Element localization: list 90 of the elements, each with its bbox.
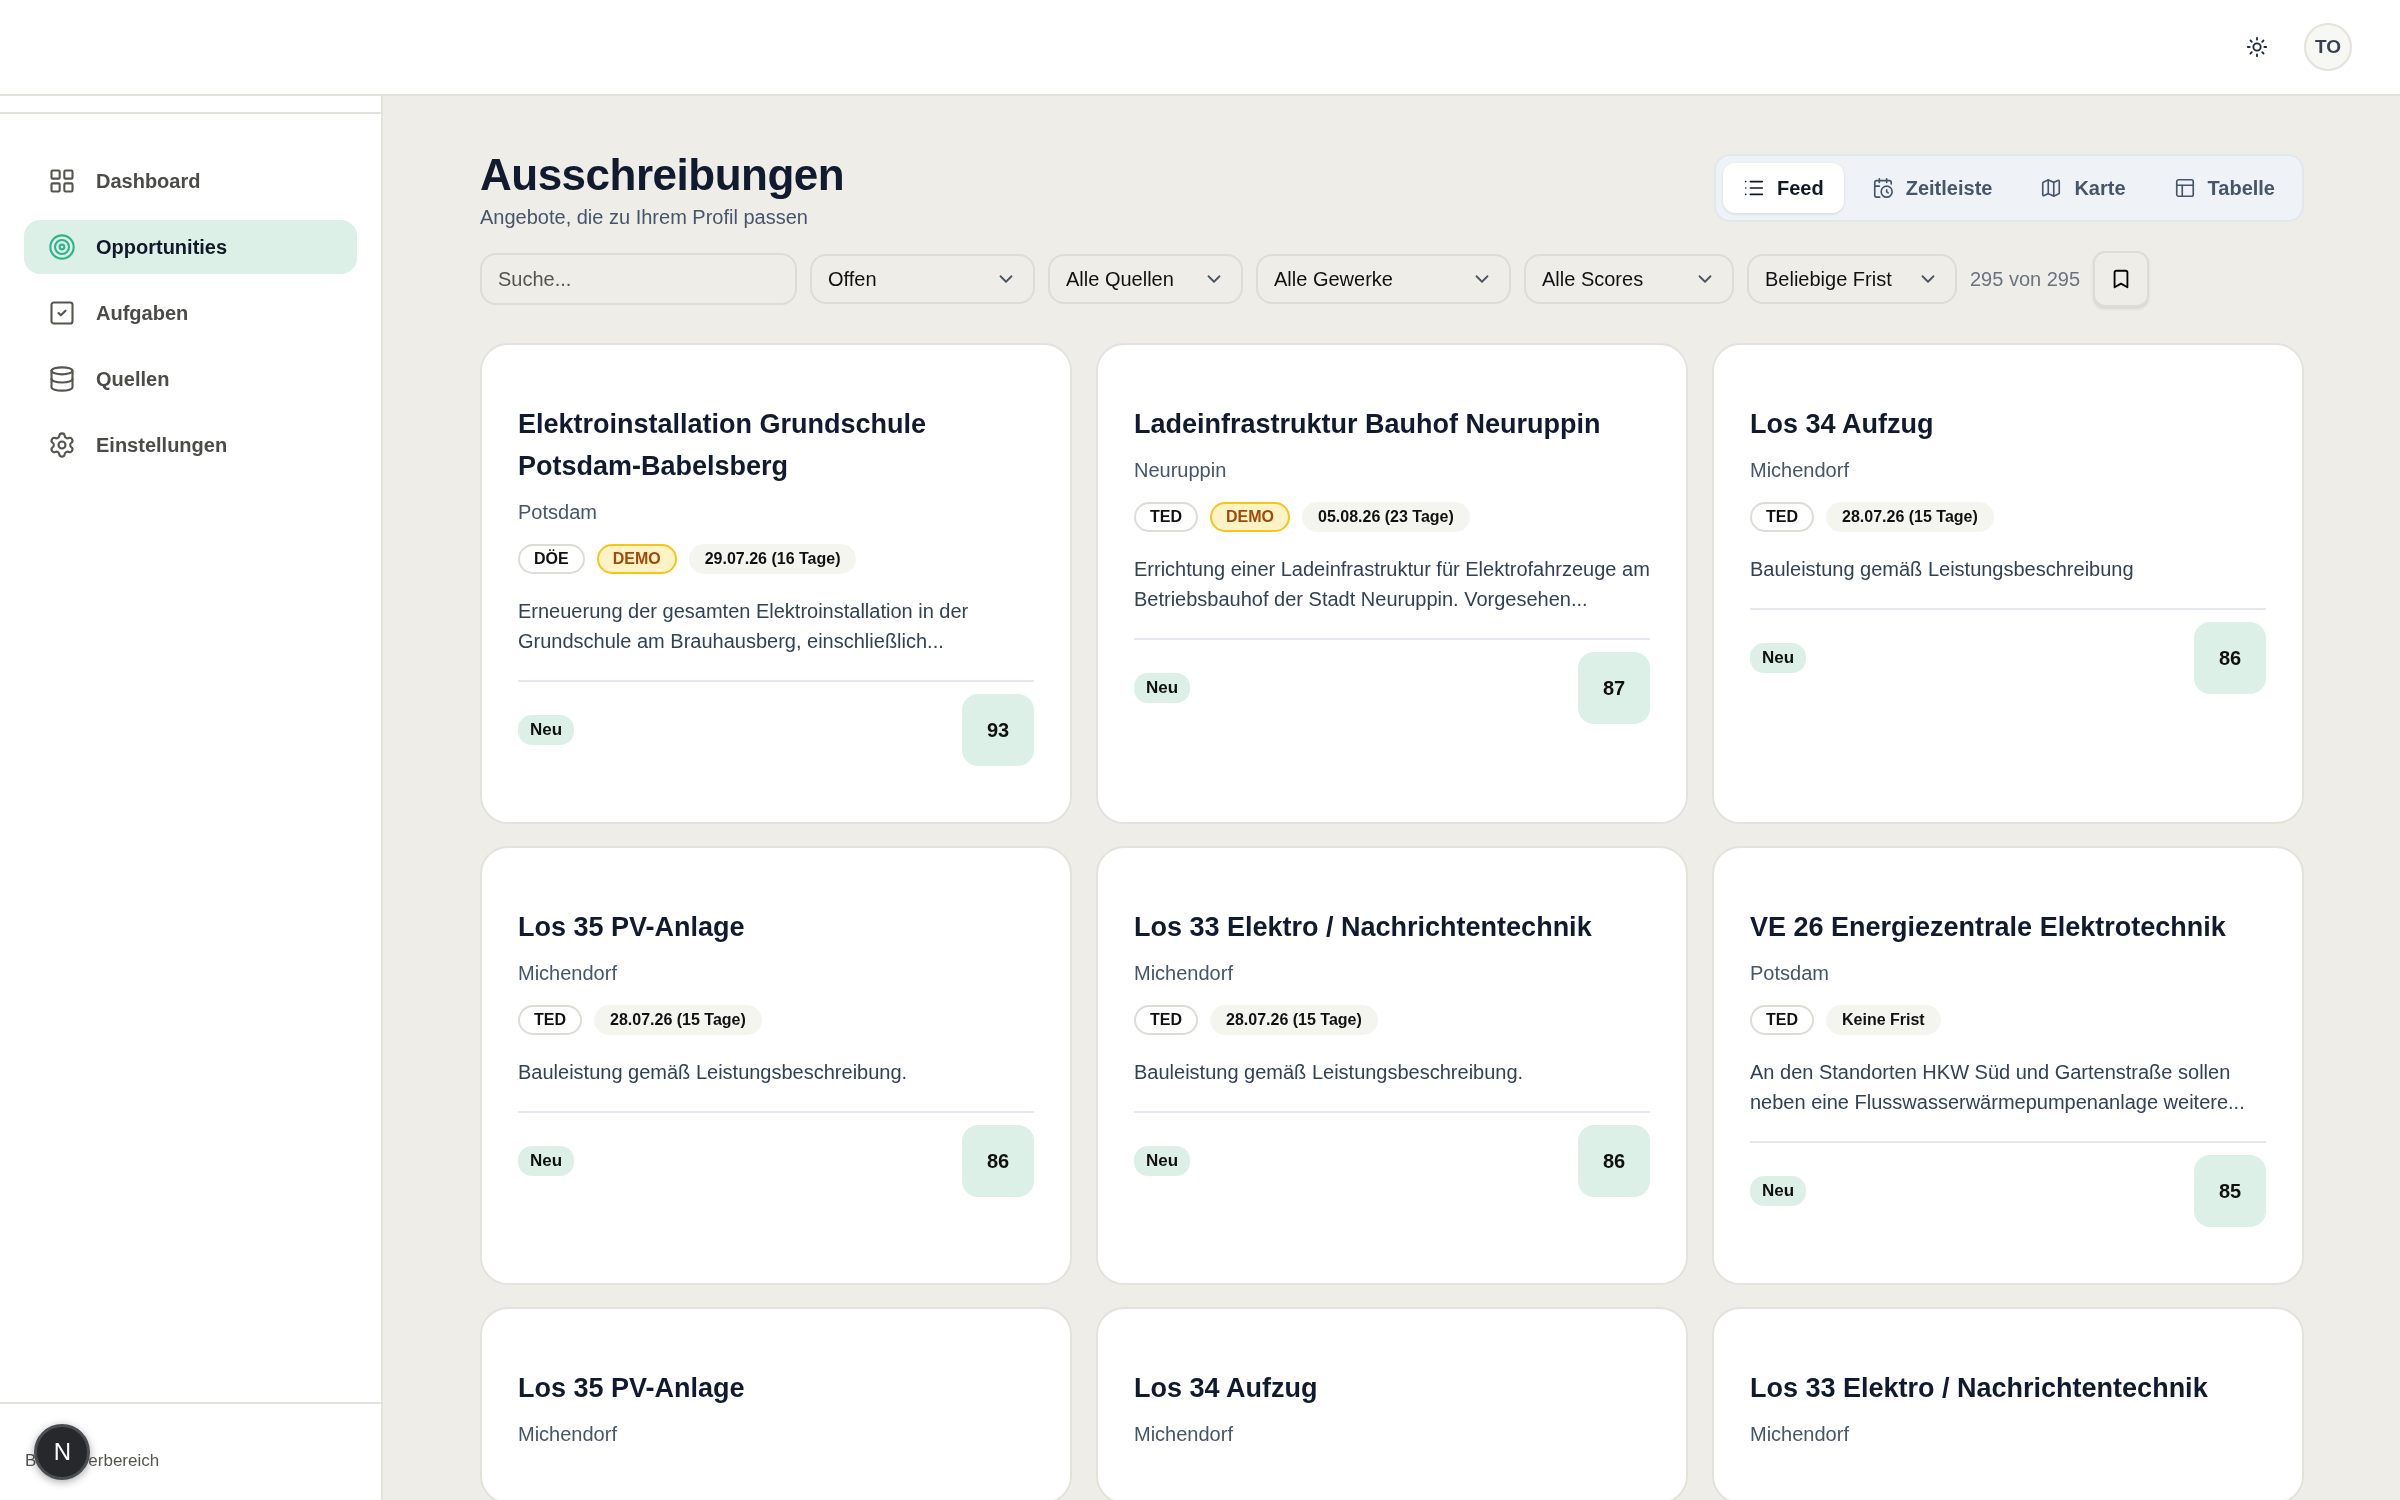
status-badge: Neu (1134, 673, 1191, 703)
tender-card[interactable]: Ladeinfrastruktur Bauhof Neuruppin Neuruppin TED DEMO 05.08.26 (23 Tage) Errichtung einer Ladeinfrastruktur für Elektrofahrzeuge am Betriebsbauhof der Stadt Neuruppin. Vorgesehen... Neu 87 (1096, 343, 1688, 824)
page-subtitle: Angebote, die zu Ihrem Profil passen (480, 206, 809, 229)
card-location: Michendorf (518, 962, 618, 985)
user-avatar[interactable]: TO (2304, 23, 2352, 71)
card-location: Michendorf (1134, 962, 1234, 985)
result-count: 295 von 295 (1970, 267, 2081, 291)
footer-text: B (25, 1451, 37, 1471)
deadline-tag: 28.07.26 (15 Tage) (1826, 502, 1994, 532)
view-tab[interactable]: Tabelle (2153, 163, 2295, 213)
card-title: Los 35 PV-Anlage (518, 911, 746, 944)
deadline-tag: 05.08.26 (23 Tage) (1302, 502, 1470, 532)
deadline-tag: 29.07.26 (16 Tage) (688, 544, 857, 574)
view-tab[interactable]: Karte (2020, 163, 2146, 213)
card-location: Neuruppin (1134, 459, 1228, 482)
status-badge: Neu (1134, 1146, 1191, 1176)
score-badge: 93 (962, 694, 1034, 766)
card-location: Michendorf (1750, 459, 1850, 482)
table-icon (2173, 177, 2196, 199)
source-tag: DÖE (518, 544, 585, 574)
source-tag: TED (1750, 1005, 1814, 1035)
view-tab[interactable]: Feed (1723, 163, 1844, 213)
demo-badge: DEMO (596, 544, 677, 574)
database-icon (48, 365, 76, 393)
card-description: Errichtung einer Ladeinfrastruktur für Elektrofahrzeuge am Betriebsbauhof der Stadt Neuruppin. Vorgesehen... (1134, 557, 1650, 612)
status-badge: Neu (518, 1146, 575, 1176)
sun-icon (2246, 36, 2268, 58)
score-badge: 86 (962, 1125, 1034, 1197)
source-tag: TED (518, 1005, 582, 1035)
nav-item[interactable]: Dashboard (24, 154, 357, 208)
view-tab[interactable]: Zeitleiste (1851, 163, 2013, 213)
score-badge: 87 (1578, 652, 1650, 724)
source-tag: TED (1134, 502, 1198, 532)
tender-card[interactable]: Los 35 PV-Anlage Michendorf (480, 1307, 1072, 1500)
target-icon (48, 233, 76, 261)
tender-card[interactable]: VE 26 Energiezentrale Elektrotechnik Potsdam TED Keine Frist An den Standorten HKW Süd und Gartenstraße sollen neben eine Flusswasserwärmepumpenanlage weitere... Neu 85 (1712, 846, 2304, 1285)
nav-item[interactable]: Aufgaben (24, 286, 357, 340)
tender-card[interactable]: Elektroinstallation Grundschule Potsdam-Babelsberg Potsdam DÖE DEMO 29.07.26 (16 Tage) Erneuerung der gesamten Elektroinstallation in der Grundschule am Brauhausberg, einschließlich... Neu 93 (480, 343, 1072, 824)
status-badge: Neu (518, 715, 575, 745)
source-tag: TED (1134, 1005, 1198, 1035)
map-icon (2040, 177, 2063, 199)
grid-icon (48, 167, 76, 195)
filter-dropdown[interactable]: Alle Scores (1524, 254, 1734, 304)
card-location: Michendorf (1750, 1423, 1850, 1446)
search-field[interactable]: Suche... (480, 253, 797, 305)
card-title: Los 35 PV-Anlage (518, 1372, 746, 1405)
card-location: Potsdam (518, 501, 598, 524)
filter-dropdown[interactable]: Alle Gewerke (1256, 254, 1511, 304)
score-badge: 86 (2194, 622, 2266, 694)
card-description: An den Standorten HKW Süd und Gartenstraße sollen neben eine Flusswasserwärmepumpenanlage weitere... (1750, 1060, 2246, 1115)
filter-dropdown[interactable]: Beliebige Frist (1747, 254, 1957, 304)
deadline-tag: Keine Frist (1826, 1005, 1941, 1035)
tender-card[interactable]: Los 35 PV-Anlage Michendorf TED 28.07.26 (15 Tage) Bauleistung gemäß Leistungsbeschreibung. Neu 86 (480, 846, 1072, 1285)
card-title: VE 26 Energiezentrale Elektrotechnik (1750, 911, 2227, 944)
page-title: Ausschreibungen (480, 150, 845, 200)
tender-card[interactable]: Los 33 Elektro / Nachrichtentechnik Michendorf (1712, 1307, 2304, 1500)
tender-card[interactable]: Los 34 Aufzug Michendorf (1096, 1307, 1688, 1500)
tender-card[interactable]: Los 33 Elektro / Nachrichtentechnik Michendorf TED 28.07.26 (15 Tage) Bauleistung gemäß Leistungsbeschreibung. Neu 86 (1096, 846, 1688, 1285)
demo-badge: DEMO (1210, 502, 1290, 532)
card-description: Bauleistung gemäß Leistungsbeschreibung. (1134, 1060, 1525, 1085)
nav-item[interactable]: Einstellungen (24, 418, 357, 472)
nav-item[interactable]: Opportunities (24, 220, 357, 274)
card-description: Bauleistung gemäß Leistungsbeschreibung. (518, 1060, 909, 1085)
card-description: Bauleistung gemäß Leistungsbeschreibung (1750, 557, 2135, 582)
score-badge: 86 (1578, 1125, 1650, 1197)
filter-dropdown[interactable]: Offen (810, 254, 1035, 304)
card-location: Michendorf (1134, 1423, 1234, 1446)
source-tag: TED (1750, 502, 1814, 532)
card-title: Los 33 Elektro / Nachrichtentechnik (1750, 1372, 2209, 1405)
checkbox-icon (48, 299, 76, 327)
filter-dropdown[interactable]: Alle Quellen (1048, 254, 1243, 304)
card-description: Erneuerung der gesamten Elektroinstallation in der Grundschule am Brauhausberg, einschließlich... (518, 599, 970, 654)
card-location: Potsdam (1750, 962, 1830, 985)
footer-text: erbereich (88, 1451, 160, 1471)
card-title: Ladeinfrastruktur Bauhof Neuruppin (1134, 408, 1602, 441)
status-badge: Neu (1750, 1176, 1807, 1206)
card-title: Elektroinstallation Grundschule Potsdam-Babelsberg (518, 408, 928, 483)
status-badge: Neu (1750, 643, 1807, 673)
card-title: Los 34 Aufzug (1134, 1372, 1319, 1405)
gear-icon (48, 431, 76, 459)
card-title: Los 34 Aufzug (1750, 408, 1935, 441)
deadline-tag: 28.07.26 (15 Tage) (594, 1005, 762, 1035)
bookmark-button[interactable] (2093, 251, 2150, 307)
deadline-tag: 28.07.26 (15 Tage) (1210, 1005, 1378, 1035)
card-title: Los 33 Elektro / Nachrichtentechnik (1134, 911, 1593, 944)
calendar-clock-icon (1871, 177, 1894, 199)
nav-item[interactable]: Quellen (24, 352, 357, 406)
tender-card[interactable]: Los 34 Aufzug Michendorf TED 28.07.26 (15 Tage) Bauleistung gemäß Leistungsbeschreibung Neu 86 (1712, 343, 2304, 824)
score-badge: 85 (2194, 1155, 2266, 1227)
card-location: Michendorf (518, 1423, 618, 1446)
